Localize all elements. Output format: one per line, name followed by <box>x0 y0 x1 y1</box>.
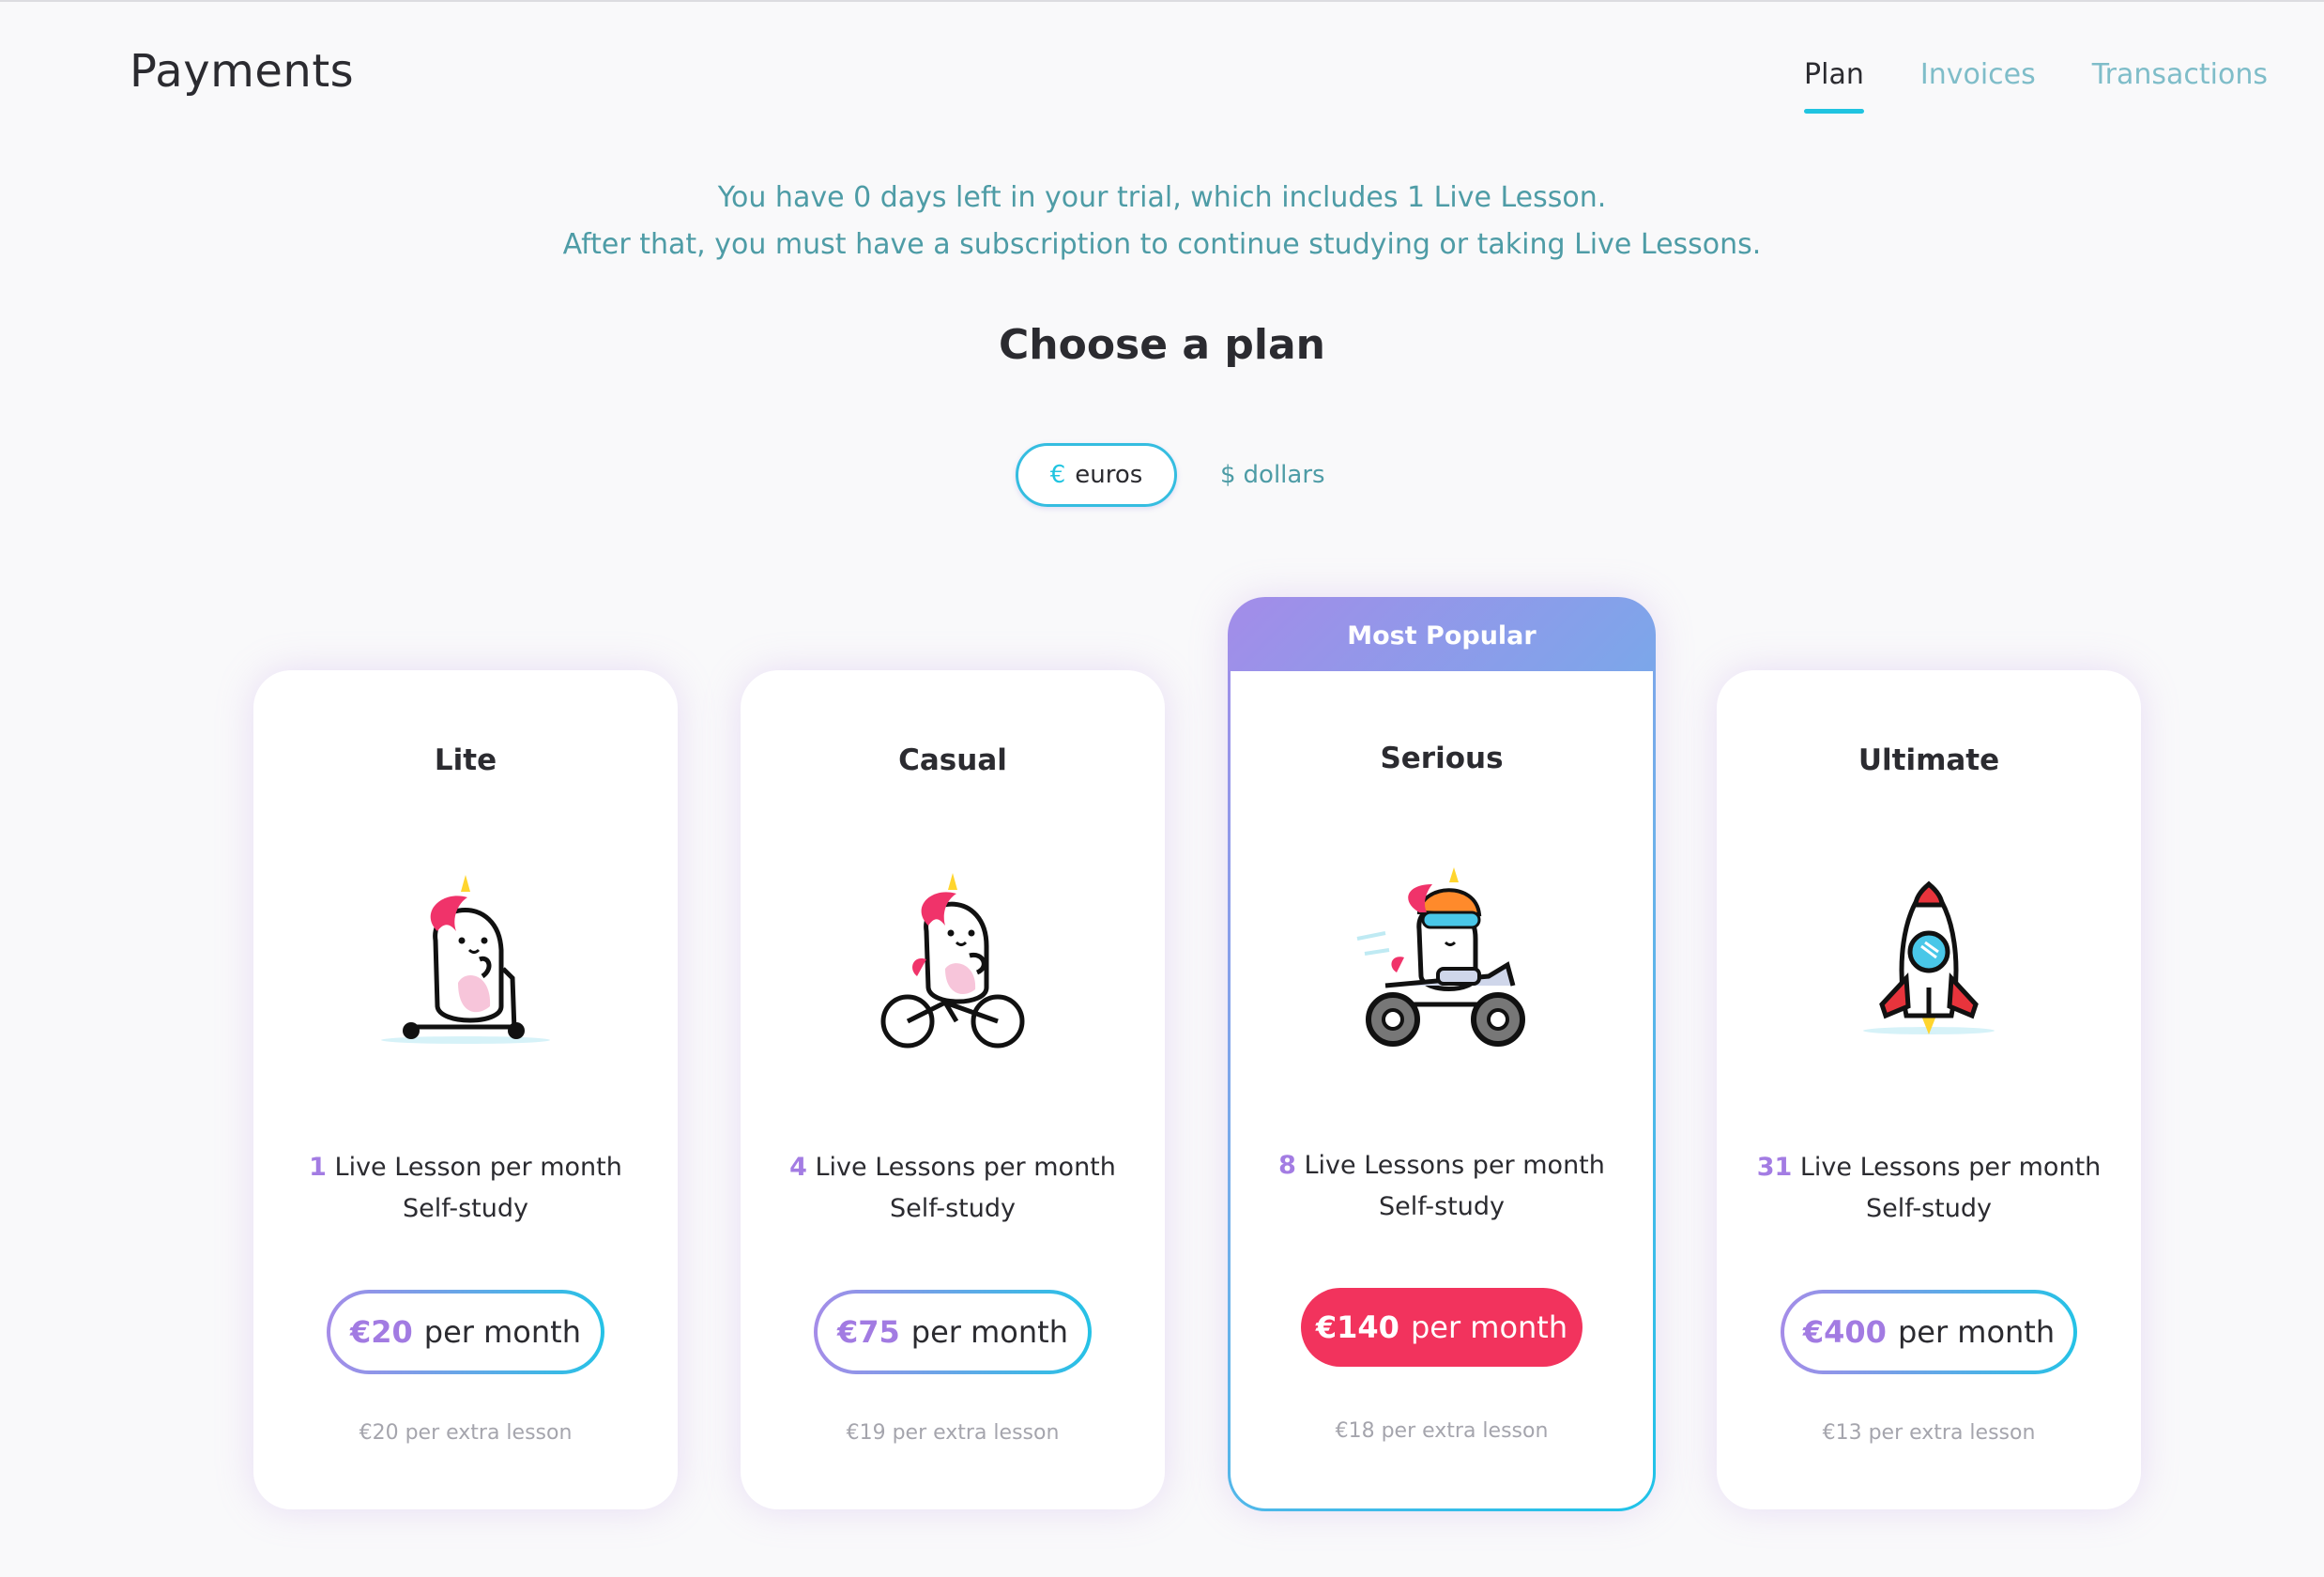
plan-card-lite: Lite 1 Live Lesson per month Self-study … <box>253 670 678 1509</box>
tab-invoices[interactable]: Invoices <box>1920 58 2036 108</box>
plan-name: Ultimate <box>1858 743 2000 777</box>
self-study-text: Self-study <box>890 1194 1016 1223</box>
plan-name: Lite <box>434 743 497 777</box>
price-amount: €20 <box>350 1314 413 1350</box>
unicorn-bicycle-icon <box>859 865 1047 1053</box>
payments-tabs: Plan Invoices Transactions <box>1804 58 2268 114</box>
plan-features: 31 Live Lessons per month Self-study <box>1717 1147 2141 1230</box>
price-amount: €400 <box>1802 1314 1887 1350</box>
price-amount: €75 <box>837 1314 900 1350</box>
select-plan-casual-button[interactable]: €75 per month <box>814 1290 1092 1374</box>
tab-transactions[interactable]: Transactions <box>2092 58 2268 108</box>
self-study-text: Self-study <box>1866 1194 1992 1223</box>
trial-info-line-1: You have 0 days left in your trial, whic… <box>717 181 1607 214</box>
extra-lesson-price: €20 per extra lesson <box>359 1421 573 1445</box>
plan-card-casual: Casual 4 Live Lessons per month Self-stu… <box>741 670 1165 1509</box>
price-period: per month <box>910 1314 1068 1350</box>
price-period: per month <box>1897 1314 2056 1350</box>
plan-card-ultimate: Ultimate 31 Live Lessons per month Self-… <box>1717 670 2141 1509</box>
trial-info-line-2: After that, you must have a subscription… <box>562 228 1762 261</box>
plan-name: Serious <box>1380 742 1504 775</box>
currency-euros-toggle[interactable]: € euros <box>1016 443 1177 507</box>
tab-plan[interactable]: Plan <box>1804 58 1864 114</box>
page-title: Payments <box>130 45 355 98</box>
unicorn-scooter-icon <box>372 865 559 1053</box>
lessons-text: Live Lessons per month <box>1304 1151 1605 1180</box>
euro-symbol: € <box>1049 461 1066 489</box>
lesson-count: 1 <box>309 1153 327 1182</box>
lessons-text: Live Lessons per month <box>1799 1153 2102 1182</box>
lesson-count: 31 <box>1756 1153 1793 1182</box>
currency-dollars-label: dollars <box>1243 461 1325 489</box>
plan-features: 1 Live Lesson per month Self-study <box>253 1147 678 1230</box>
plan-name: Casual <box>898 743 1007 777</box>
currency-euros-label: euros <box>1075 461 1143 489</box>
self-study-text: Self-study <box>403 1194 528 1223</box>
top-border <box>0 0 2324 2</box>
lessons-text: Live Lesson per month <box>334 1153 622 1182</box>
plan-features: 4 Live Lessons per month Self-study <box>741 1147 1165 1230</box>
select-plan-lite-button[interactable]: €20 per month <box>327 1290 604 1374</box>
price-period: per month <box>423 1314 581 1350</box>
select-plan-serious-button[interactable]: €140 per month <box>1301 1288 1582 1367</box>
most-popular-badge: Most Popular <box>1347 620 1537 651</box>
price-period: per month <box>1410 1309 1568 1345</box>
currency-dollars-toggle[interactable]: $ dollars <box>1220 443 1325 507</box>
lesson-count: 4 <box>789 1153 807 1182</box>
self-study-text: Self-study <box>1379 1192 1505 1221</box>
price-amount: €140 <box>1315 1309 1399 1345</box>
extra-lesson-price: €13 per extra lesson <box>1822 1421 2036 1445</box>
dollar-symbol: $ <box>1220 461 1236 489</box>
choose-plan-heading: Choose a plan <box>998 321 1326 369</box>
plan-features: 8 Live Lessons per month Self-study <box>1231 1145 1653 1228</box>
select-plan-ultimate-button[interactable]: €400 per month <box>1781 1290 2077 1374</box>
extra-lesson-price: €19 per extra lesson <box>846 1421 1060 1445</box>
lessons-text: Live Lessons per month <box>815 1153 1116 1182</box>
rocket-icon <box>1835 865 2023 1053</box>
extra-lesson-price: €18 per extra lesson <box>1335 1419 1549 1443</box>
lesson-count: 8 <box>1278 1151 1296 1180</box>
unicorn-motorcycle-icon <box>1348 864 1536 1051</box>
plan-card-serious: Most Popular Serious 8 Live Lessons per … <box>1228 597 1656 1511</box>
